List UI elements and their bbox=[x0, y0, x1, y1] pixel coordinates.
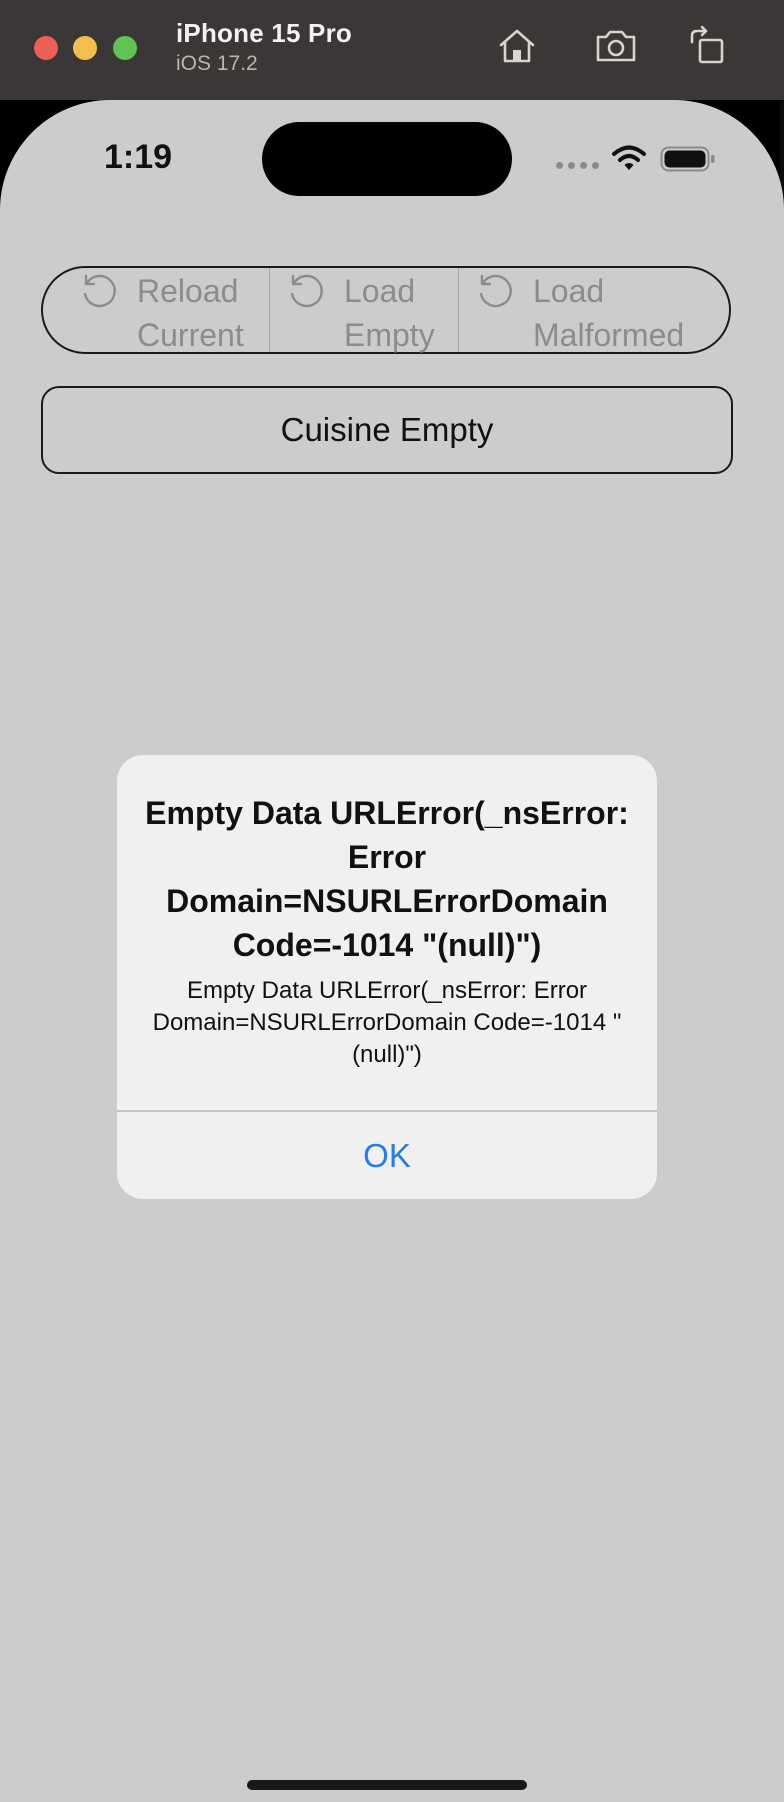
reload-current-label: Reload Current bbox=[137, 273, 244, 353]
zoom-window-button[interactable] bbox=[113, 36, 137, 60]
home-indicator[interactable] bbox=[247, 1780, 527, 1790]
simulator-titlebar: iPhone 15 Pro iOS 17.2 bbox=[0, 0, 784, 100]
rotate-icon[interactable] bbox=[686, 24, 730, 68]
reload-current-button[interactable]: Reload Current bbox=[43, 268, 269, 353]
status-time: 1:19 bbox=[104, 138, 173, 176]
alert-message: Empty Data URLError(_nsError: Error Doma… bbox=[152, 977, 622, 1068]
error-alert: Empty Data URLError(_nsError: Error Doma… bbox=[117, 755, 657, 1199]
reload-segmented-control: Reload Current Load Empty Load Malformed bbox=[41, 266, 731, 354]
alert-title: Empty Data URLError(_nsError: Error Doma… bbox=[145, 795, 629, 963]
signal-dots-icon bbox=[556, 162, 599, 169]
device-name: iPhone 15 Pro bbox=[176, 18, 352, 48]
load-malformed-label: Load Malformed bbox=[533, 273, 685, 353]
load-empty-label: Load Empty bbox=[344, 273, 435, 353]
battery-icon bbox=[660, 146, 715, 172]
simulator-window: iPhone 15 Pro iOS 17.2 1:19 Reload Curre… bbox=[0, 0, 784, 1802]
load-empty-button[interactable]: Load Empty bbox=[269, 268, 458, 353]
os-version: iOS 17.2 bbox=[176, 52, 258, 75]
dynamic-island bbox=[262, 122, 512, 196]
alert-ok-button[interactable]: OK bbox=[117, 1112, 657, 1199]
device-screen: 1:19 Reload Current Load Empty Load Malf… bbox=[0, 100, 784, 1802]
minimize-window-button[interactable] bbox=[73, 36, 97, 60]
home-icon[interactable] bbox=[495, 24, 539, 68]
refresh-icon bbox=[83, 274, 116, 308]
load-malformed-button[interactable]: Load Malformed bbox=[458, 268, 729, 353]
screenshot-icon[interactable] bbox=[594, 24, 638, 68]
close-window-button[interactable] bbox=[34, 36, 58, 60]
wifi-icon bbox=[612, 145, 646, 170]
cuisine-picker-button[interactable]: Cuisine Empty bbox=[41, 386, 733, 474]
refresh-icon bbox=[479, 274, 512, 308]
refresh-icon bbox=[290, 274, 323, 308]
